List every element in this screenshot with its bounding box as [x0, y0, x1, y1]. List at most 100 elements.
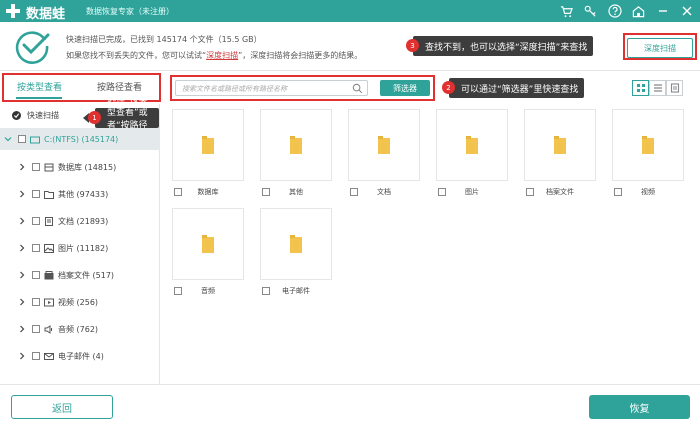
tree-item-label: 其他 (97433)	[58, 189, 109, 199]
archive-icon	[44, 270, 54, 280]
audio-icon	[44, 324, 54, 334]
tree-item-label: 视频 (256)	[58, 297, 99, 307]
deep-scan-button[interactable]: 深度扫描	[627, 38, 693, 58]
tile-thumbnail[interactable]	[172, 208, 244, 280]
scan-result-text: 快速扫描已完成，已找到 145174 个文件（15.5 GB）	[66, 35, 262, 44]
chevron-right-icon[interactable]	[18, 190, 26, 198]
tab-by-type[interactable]: 按类型查看	[17, 80, 62, 93]
scan-summary: 快速扫描已完成，已找到 145174 个文件（15.5 GB） 如果您找不到丢失…	[0, 22, 700, 68]
chevron-right-icon[interactable]	[18, 244, 26, 252]
callout-number: 3	[406, 39, 419, 52]
deep-scan-hint: 如果您找不到丢失的文件，您可以试试“深度扫描”，深度扫描将会扫描更多的结果。	[66, 50, 362, 61]
close-icon[interactable]	[679, 4, 694, 19]
detail-view-icon[interactable]	[666, 80, 683, 96]
minimize-icon[interactable]	[655, 4, 670, 19]
folder-icon	[466, 136, 478, 154]
tree-item[interactable]: 档案文件 (517)	[0, 264, 160, 286]
folder-icon	[290, 136, 302, 154]
search-input[interactable]: 搜索文件名或路径或所有路径名称	[175, 80, 368, 96]
folder-icon	[378, 136, 390, 154]
tile-thumbnail[interactable]	[260, 208, 332, 280]
footer-bar: 返回 恢复	[0, 384, 700, 430]
active-tab-indicator	[16, 97, 62, 99]
tile-label: 音频	[201, 287, 215, 295]
folder-icon	[290, 235, 302, 253]
tile-thumbnail[interactable]	[348, 109, 420, 181]
filter-button[interactable]: 筛选器	[380, 80, 430, 96]
help-icon[interactable]	[607, 4, 622, 19]
deep-scan-hint-suffix: ”，深度扫描将会扫描更多的结果。	[238, 51, 363, 60]
grid-view-icon[interactable]	[632, 80, 649, 96]
deep-scan-link[interactable]: 深度扫描	[206, 51, 238, 60]
tile-thumbnail[interactable]	[524, 109, 596, 181]
chevron-right-icon[interactable]	[18, 298, 26, 306]
tree-item-label: 音频 (762)	[58, 324, 99, 334]
drive-icon	[30, 135, 40, 144]
checkbox[interactable]	[32, 325, 40, 333]
tree-item[interactable]: 图片 (11182)	[0, 237, 160, 259]
list-view-icon[interactable]	[649, 80, 666, 96]
tree-item-label: 图片 (11182)	[58, 243, 109, 253]
cart-icon[interactable]	[559, 4, 574, 19]
chevron-right-icon[interactable]	[18, 352, 26, 360]
tree-item[interactable]: 文档 (21893)	[0, 210, 160, 232]
tree-item[interactable]: 音频 (762)	[0, 318, 160, 340]
tile-label: 档案文件	[546, 188, 574, 196]
checkbox[interactable]	[32, 271, 40, 279]
drive-label: C:(NTFS) (145174)	[44, 134, 119, 144]
tree-item-label: 档案文件 (517)	[58, 270, 115, 280]
folder-icon	[44, 190, 54, 199]
document-icon	[44, 216, 54, 226]
tree-item-label: 文档 (21893)	[58, 216, 109, 226]
chevron-right-icon[interactable]	[18, 217, 26, 225]
callout-deep-scan: 3 查找不到，也可以选择“深度扫描”来查找	[406, 36, 594, 56]
checkbox[interactable]	[32, 163, 40, 171]
checkbox[interactable]	[32, 244, 40, 252]
chevron-right-icon[interactable]	[18, 325, 26, 333]
database-icon	[44, 163, 54, 172]
folder-icon	[202, 136, 214, 154]
tile-thumbnail[interactable]	[612, 109, 684, 181]
back-button[interactable]: 返回	[11, 395, 113, 419]
callout-text: 可以通过“筛选器”里快速查找	[461, 84, 579, 95]
tile-label: 数据库	[197, 188, 219, 196]
tree-item[interactable]: 其他 (97433)	[0, 183, 160, 205]
tree-item[interactable]: 视频 (256)	[0, 291, 160, 313]
tree-item-label: 电子邮件 (4)	[58, 351, 104, 361]
tile-thumbnail[interactable]	[172, 109, 244, 181]
tree-item[interactable]: 数据库 (14815)	[0, 156, 160, 178]
tree-item[interactable]: 电子邮件 (4)	[0, 345, 160, 367]
title-bar-actions	[559, 3, 694, 19]
folder-icon	[642, 136, 654, 154]
tree-drive-c[interactable]: C:(NTFS) (145174)	[0, 128, 160, 150]
email-icon	[44, 352, 54, 361]
search-icon[interactable]	[352, 83, 363, 94]
checkbox[interactable]	[32, 217, 40, 225]
checkbox[interactable]	[32, 352, 40, 360]
chevron-right-icon[interactable]	[18, 163, 26, 171]
recover-button[interactable]: 恢复	[589, 395, 690, 419]
key-icon[interactable]	[583, 4, 598, 19]
folder-icon	[554, 136, 566, 154]
tile-label: 电子邮件	[282, 287, 310, 295]
folder-icon	[202, 235, 214, 253]
checkbox[interactable]	[32, 298, 40, 306]
callout-number: 2	[442, 81, 455, 94]
home-icon[interactable]	[631, 4, 646, 19]
app-name: 数据蛙	[26, 7, 66, 22]
callout-view-mode: 1 选择“按类型查看”或者“按路径查看”	[83, 95, 159, 144]
app-logo-icon	[5, 3, 21, 19]
tile-label: 文档	[377, 188, 391, 196]
tile-thumbnail[interactable]	[436, 109, 508, 181]
chevron-down-icon[interactable]	[4, 135, 12, 143]
callout-filter: 2 可以通过“筛选器”里快速查找	[442, 78, 585, 98]
chevron-right-icon[interactable]	[18, 271, 26, 279]
checkbox[interactable]	[18, 135, 26, 143]
search-placeholder: 搜索文件名或路径或所有路径名称	[182, 85, 287, 93]
video-icon	[44, 298, 54, 307]
title-bar: 数据蛙 数据恢复专家（未注册）	[0, 0, 700, 22]
checkbox[interactable]	[32, 190, 40, 198]
tile-thumbnail[interactable]	[260, 109, 332, 181]
callout-number: 1	[88, 111, 101, 124]
tile-label: 其他	[289, 188, 303, 196]
